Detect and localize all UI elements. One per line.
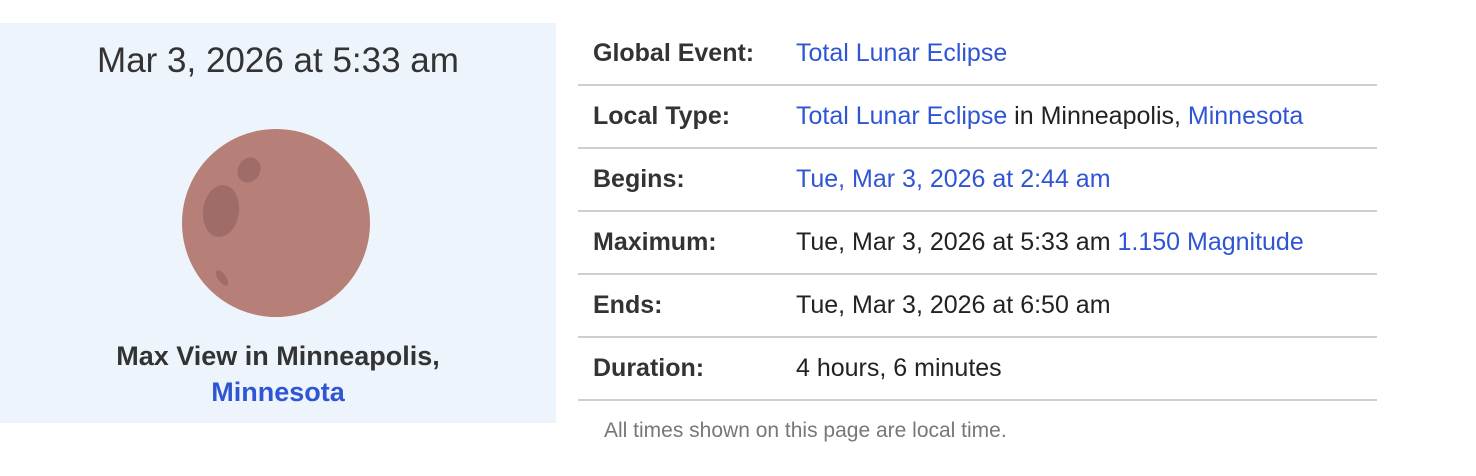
maximum-time: Tue, Mar 3, 2026 at 5:33 am	[796, 228, 1118, 256]
local-type-label: Local Type:	[593, 102, 731, 130]
begins-row: Begins: Tue, Mar 3, 2026 at 2:44 am	[578, 149, 1377, 212]
ends-value: Tue, Mar 3, 2026 at 6:50 am	[796, 291, 1111, 319]
ends-row: Ends: Tue, Mar 3, 2026 at 6:50 am	[578, 275, 1377, 338]
max-view-caption-text: Max View in Minneapolis,	[116, 341, 440, 371]
max-time-heading: Mar 3, 2026 at 5:33 am	[97, 41, 459, 80]
max-view-location-link[interactable]: Minnesota	[211, 377, 345, 407]
global-event-label: Global Event:	[593, 39, 755, 67]
eclipsed-moon-image	[181, 128, 371, 318]
local-type-row: Local Type: Total Lunar Eclipse in Minne…	[578, 86, 1377, 149]
magnitude-link[interactable]: 1.150 Magnitude	[1117, 228, 1303, 256]
duration-value: 4 hours, 6 minutes	[796, 354, 1002, 382]
eclipse-details-table: Global Event: Total Lunar Eclipse Local …	[578, 23, 1377, 401]
begins-label: Begins:	[593, 165, 685, 193]
local-type-value: Total Lunar Eclipse in Minneapolis, Minn…	[796, 86, 1303, 147]
maximum-label: Maximum:	[593, 228, 717, 256]
local-type-eclipse-link[interactable]: Total Lunar Eclipse	[796, 102, 1007, 130]
eclipse-summary-card: Mar 3, 2026 at 5:33 am Max View in Minne…	[0, 23, 556, 423]
ends-label: Ends:	[593, 291, 663, 319]
max-view-caption: Max View in Minneapolis, Minnesota	[0, 338, 556, 410]
local-type-state-link[interactable]: Minnesota	[1188, 102, 1303, 130]
maximum-row: Maximum: Tue, Mar 3, 2026 at 5:33 am 1.1…	[578, 212, 1377, 275]
moon-icon	[182, 129, 370, 317]
local-type-text: in Minneapolis,	[1007, 102, 1188, 130]
local-time-note: All times shown on this page are local t…	[604, 419, 1007, 442]
global-event-value: Total Lunar Eclipse	[796, 23, 1007, 84]
begins-link[interactable]: Tue, Mar 3, 2026 at 2:44 am	[796, 165, 1111, 193]
global-event-link[interactable]: Total Lunar Eclipse	[796, 39, 1007, 67]
duration-label: Duration:	[593, 354, 705, 382]
global-event-row: Global Event: Total Lunar Eclipse	[578, 23, 1377, 86]
duration-row: Duration: 4 hours, 6 minutes	[578, 338, 1377, 401]
maximum-value: Tue, Mar 3, 2026 at 5:33 am 1.150 Magnit…	[796, 212, 1304, 273]
begins-value: Tue, Mar 3, 2026 at 2:44 am	[796, 149, 1111, 210]
